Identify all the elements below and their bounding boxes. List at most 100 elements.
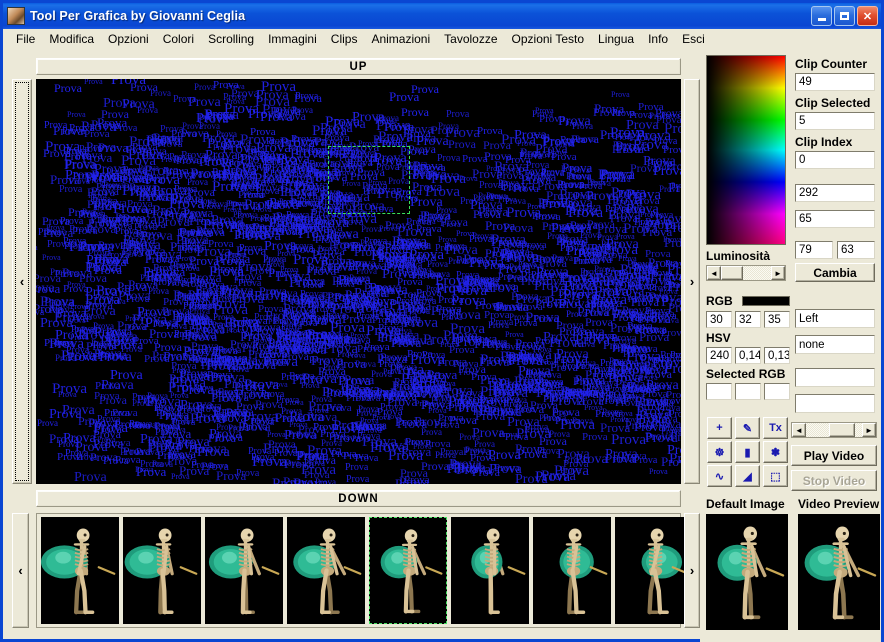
menu-clips[interactable]: Clips [324,30,365,48]
menu-modifica[interactable]: Modifica [42,30,101,48]
coord-y-field[interactable]: 63 [837,241,875,259]
chevron-left-icon: ‹ [19,274,25,289]
filmstrip-thumbnail[interactable] [41,517,119,624]
video-preview[interactable] [798,514,880,630]
width-field[interactable]: 292 [795,184,875,202]
canvas-text: Prova [140,229,173,244]
canvas-scroll-left-button[interactable]: ‹ [12,79,32,484]
canvas-text: Prova [36,301,64,316]
drawing-canvas[interactable]: Prova Prova Prova Prova Prova Prova Prova Prova… [36,79,681,484]
color-gradient-picker[interactable] [706,55,786,245]
add-tool-button[interactable]: + [707,417,732,439]
side-field-3[interactable] [795,368,875,387]
text-tool-button[interactable]: Tx [763,417,788,439]
canvas-text: Prova [669,409,681,420]
scroll-left-arrow-icon[interactable]: ◄ [792,423,806,437]
clip-selected-field[interactable]: 5 [795,112,875,130]
star-shape-tool-button[interactable]: ✽ [763,441,788,463]
menu-colori[interactable]: Colori [156,30,201,48]
filmstrip-prev-button[interactable]: ‹ [12,513,29,628]
filmstrip-thumbnail[interactable] [287,517,365,624]
canvas-text: Prova [318,244,337,253]
canvas-text: Prova [115,226,139,237]
filmstrip-thumbnail[interactable] [205,517,283,624]
filmstrip-thumbnail[interactable] [369,517,447,624]
canvas-text: Prova [313,421,339,433]
fill-bucket-tool-button[interactable]: ◢ [735,465,760,487]
side-field-4[interactable] [795,394,875,413]
skeleton-sprite [533,517,611,624]
slider-trough[interactable] [721,266,771,280]
menu-opzioni[interactable]: Opzioni [101,30,156,48]
curve-tool-button[interactable]: ∿ [707,465,732,487]
canvas-text: Prova [42,253,61,262]
menu-animazioni[interactable]: Animazioni [364,30,437,48]
marquee-select-icon: ⬚ [770,470,781,483]
menu-lingua[interactable]: Lingua [591,30,641,48]
menu-bar: File Modifica Opzioni Colori Scrolling I… [3,29,881,49]
rgb-g-field[interactable]: 32 [735,311,761,328]
slider-thumb[interactable] [721,266,743,280]
clip-counter-field[interactable]: 49 [795,73,875,91]
scroll-right-arrow-icon[interactable]: ► [862,423,876,437]
spray-tool-button[interactable]: ☸ [707,441,732,463]
canvas-text: Prova [179,169,203,180]
skeleton-sprite [615,517,693,624]
menu-file[interactable]: File [9,30,42,48]
rgb-r-field[interactable]: 30 [706,311,732,328]
scroll-thumb[interactable] [829,423,855,437]
clip-index-field[interactable]: 0 [795,151,875,169]
filmstrip-thumbnail[interactable] [615,517,693,624]
hsv-s-field[interactable]: 0,14 [735,347,761,364]
selected-rgb-b-field[interactable] [764,383,790,400]
maximize-button[interactable] [834,6,855,26]
hsv-h-field[interactable]: 240 [706,347,732,364]
canvas-text: Prova [91,184,119,198]
menu-scrolling[interactable]: Scrolling [201,30,261,48]
rgb-b-field[interactable]: 35 [764,311,790,328]
filmstrip-thumbnail[interactable] [123,517,201,624]
canvas-text: Prova [665,259,681,270]
menu-tavolozze[interactable]: Tavolozze [437,30,504,48]
cambia-button[interactable]: Cambia [795,263,875,282]
hsv-v-field[interactable]: 0,13 [764,347,790,364]
close-button[interactable]: ✕ [857,6,878,26]
canvas-text: Prova [138,217,166,231]
canvas-text: Prova [513,183,539,195]
canvas-text: Prova [44,337,70,349]
minimize-button[interactable] [811,6,832,26]
filmstrip-thumbnail[interactable] [451,517,529,624]
fill-bucket-icon: ◢ [743,470,752,483]
canvas-text: Prova [559,187,594,203]
side-field-1[interactable]: Left [795,309,875,328]
menu-info[interactable]: Info [641,30,675,48]
menu-esci[interactable]: Esci [675,30,712,48]
canvas-text: Prova [264,171,285,181]
marquee-select-tool-button[interactable]: ⬚ [763,465,788,487]
eraser-tool-button[interactable]: ▮ [735,441,760,463]
canvas-scroll-right-button[interactable]: › [684,79,700,484]
filmstrip-next-button[interactable]: › [684,513,700,628]
tools-pane: Luminosità ◄ ► RGB 30 32 35 HSV 240 0,14… [700,51,881,642]
menu-immagini[interactable]: Immagini [261,30,324,48]
coord-x-field[interactable]: 79 [795,241,833,259]
canvas-down-label: DOWN [36,490,681,507]
menu-opzioni-testo[interactable]: Opzioni Testo [505,30,592,48]
default-image-preview[interactable] [706,514,788,630]
luminosita-slider[interactable]: ◄ ► [706,265,786,281]
selected-rgb-r-field[interactable] [706,383,732,400]
scroll-trough[interactable] [806,423,862,437]
canvas-text: Prova [321,328,349,342]
play-video-button[interactable]: Play Video [791,445,877,466]
side-field-2[interactable]: none [795,335,875,354]
canvas-text: Prova [488,320,509,330]
slider-right-arrow-icon[interactable]: ► [771,266,785,280]
pencil-tool-button[interactable]: ✎ [735,417,760,439]
slider-left-arrow-icon[interactable]: ◄ [707,266,721,280]
canvas-text: Prova [370,204,394,215]
close-icon: ✕ [862,10,873,23]
selected-rgb-g-field[interactable] [735,383,761,400]
height-field[interactable]: 65 [795,210,875,228]
filmstrip-thumbnail[interactable] [533,517,611,624]
video-position-scrollbar[interactable]: ◄ ► [791,422,877,438]
